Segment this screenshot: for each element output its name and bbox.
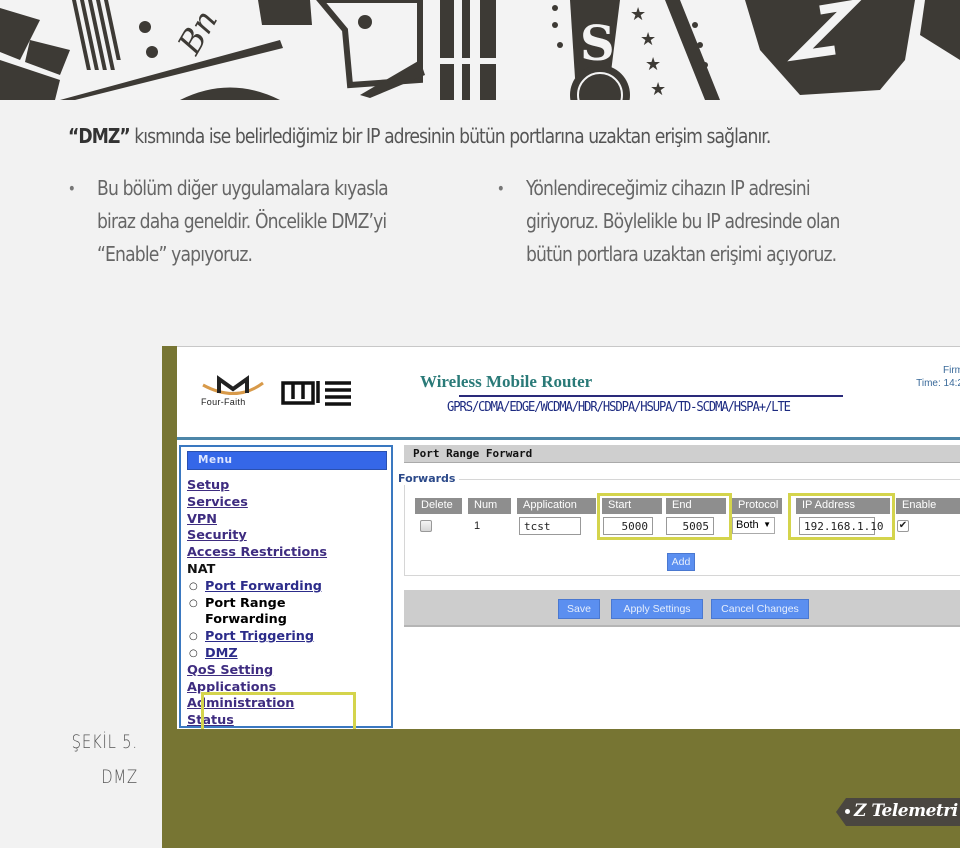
dmz-term: “DMZ” (68, 124, 131, 148)
menu-item-vpn[interactable]: VPN (187, 512, 327, 529)
cancel-changes-button[interactable]: Cancel Changes (711, 599, 809, 619)
application-input[interactable]: tcst (519, 517, 581, 535)
protocol-value: Both (736, 519, 759, 531)
logo-icon (202, 375, 351, 406)
bullet-enter-ip: • Yönlendireceğimiz cihazın IP adresini … (497, 172, 841, 271)
menu-item-access-restrictions[interactable]: Access Restrictions (187, 545, 327, 562)
add-button[interactable]: Add (667, 553, 695, 571)
delete-checkbox[interactable] (420, 520, 432, 532)
menu-item-port-range-forwarding-line1: Port Range (205, 595, 286, 611)
menu-title: Menu (187, 451, 387, 470)
bullet-line: bütün portlara uzaktan erişimi açıyoruz. (526, 242, 837, 266)
figure-title: DMZ (101, 766, 138, 788)
title-underline (459, 395, 843, 397)
column-header-num: Num (468, 498, 511, 514)
banner-artwork: Bn S ★ ★ ★ ★ (0, 0, 960, 100)
firmware-label: Firm (943, 365, 960, 376)
menu-item-nat: NAT (187, 561, 216, 577)
sidebar-menu: Menu Setup Services VPN Security Access … (179, 445, 393, 729)
submenu-port-triggering: Port Triggering (187, 629, 327, 646)
banner-dot (139, 21, 151, 33)
menu-item-qos-setting[interactable]: QoS Setting (187, 663, 327, 680)
column-header-enable: Enable (896, 498, 960, 514)
submenu-port-range-forwarding[interactable]: Port Range Forwarding (187, 596, 327, 630)
forwards-legend: Forwards (398, 472, 460, 485)
bullet-enable-dmz: • Bu bölüm diğer uygulamalara kıyasla bi… (68, 172, 389, 271)
router-title: Wireless Mobile Router (420, 372, 593, 391)
bullet-line: “Enable” yapıyoruz. (97, 242, 253, 266)
menu-item-setup[interactable]: Setup (187, 478, 327, 495)
dropdown-arrow-icon: ▼ (763, 520, 771, 529)
svg-text:★: ★ (650, 79, 666, 99)
banner-letter-shape (25, 40, 70, 75)
bullet-line: biraz daha geneldir. Öncelikle DMZ’yi (97, 209, 387, 233)
intro-sentence: “DMZ” kısmında ise belirlediğimiz bir IP… (68, 124, 771, 148)
menu-item-services[interactable]: Services (187, 495, 327, 512)
column-header-delete: Delete (415, 498, 462, 514)
save-button[interactable]: Save (558, 599, 600, 619)
svg-text:★: ★ (645, 54, 661, 74)
bullet-dot-icon: • (67, 179, 76, 198)
menu-item-security[interactable]: Security (187, 528, 327, 545)
brand-name: Four-Faith (201, 397, 246, 407)
svg-text:S: S (580, 16, 615, 72)
menu-item-port-forwarding[interactable]: Port Forwarding (205, 579, 327, 596)
header-divider (177, 437, 960, 440)
router-screenshot: Four-Faith Wireless Mobile Router GPRS/C… (177, 346, 960, 729)
menu-item-port-triggering[interactable]: Port Triggering (205, 629, 327, 646)
action-bar: Save Apply Settings Cancel Changes (404, 590, 960, 627)
enable-checkbox[interactable]: ✔ (897, 520, 909, 532)
port-range-highlight-box (597, 493, 732, 540)
submenu-dmz: DMZ (187, 646, 327, 663)
column-header-protocol: Protocol (732, 498, 782, 514)
row-num: 1 (474, 520, 481, 532)
column-header-application: Application (517, 498, 596, 514)
svg-text:★: ★ (630, 4, 646, 24)
time-label: Time: 14:2 (916, 378, 960, 389)
svg-text:Bn: Bn (170, 3, 225, 61)
ip-address-highlight-box (788, 493, 895, 540)
firmware-info: Firm Time: 14:2 (916, 364, 960, 390)
banner-stripes (72, 0, 121, 70)
intro-text: kısmında ise belirlediğimiz bir IP adres… (129, 124, 771, 148)
submenu-port-forwarding: Port Forwarding (187, 579, 327, 596)
banner-dot (146, 46, 158, 58)
menu-item-dmz[interactable]: DMZ (205, 646, 327, 663)
apply-settings-button[interactable]: Apply Settings (611, 599, 703, 619)
figure-caption: ŞEKİL 5. DMZ (72, 725, 138, 795)
banner-blob (180, 87, 280, 100)
figure-number: ŞEKİL 5. (71, 731, 138, 753)
svg-text:★: ★ (640, 29, 656, 49)
decorative-banner: Bn S ★ ★ ★ ★ (0, 0, 960, 100)
menu-highlight-box (201, 692, 356, 729)
brand-tag: Z Telemetri (836, 798, 960, 826)
section-title: Port Range Forward (404, 445, 960, 463)
bullet-line: Bu bölüm diğer uygulamalara kıyasla (97, 176, 389, 200)
router-standards: GPRS/CDMA/EDGE/WCDMA/HDR/HSDPA/HSUPA/TD-… (447, 399, 791, 415)
bullet-dot-icon: • (496, 179, 505, 198)
banner-stars: ★ ★ ★ ★ (630, 4, 666, 99)
four-faith-logo: Four-Faith (201, 373, 361, 413)
protocol-select[interactable]: Both ▼ (732, 517, 775, 534)
bullet-line: Yönlendireceğimiz cihazın IP adresini (526, 176, 811, 200)
brand-tag-text: Z Telemetri (854, 801, 958, 821)
bullet-line: giriyoruz. Böylelikle bu IP adresinde ol… (526, 209, 840, 233)
menu-item-port-range-forwarding-line2: Forwarding (205, 612, 287, 628)
tag-hole-icon (845, 809, 850, 814)
